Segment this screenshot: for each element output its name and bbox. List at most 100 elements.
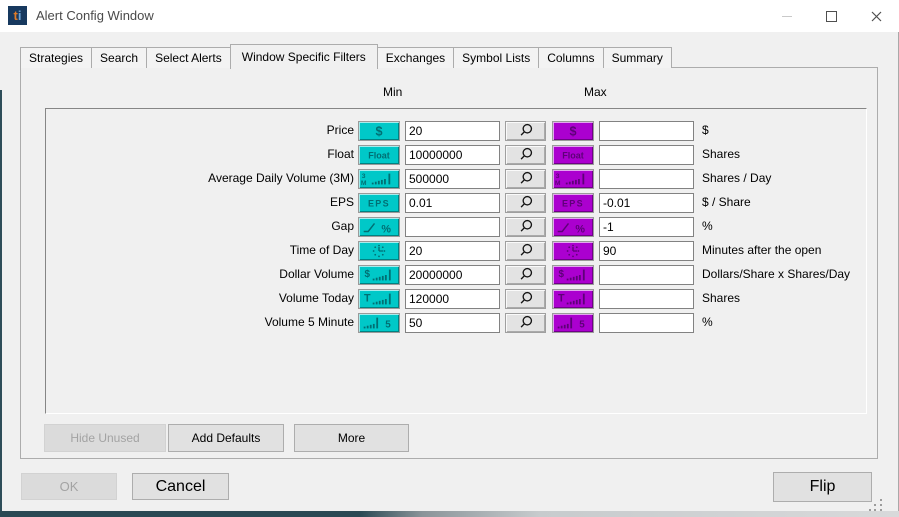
dollar-min-icon-button[interactable]: $ bbox=[358, 121, 400, 141]
min-value-input[interactable] bbox=[405, 217, 500, 237]
adv-3m-icon: 3M bbox=[555, 173, 585, 187]
filter-unit: % bbox=[702, 219, 713, 233]
min-value-input[interactable] bbox=[405, 313, 500, 333]
search-value-button[interactable] bbox=[505, 121, 546, 141]
volume-5min-max-icon-button[interactable]: 5 bbox=[552, 313, 594, 333]
window-title: Alert Config Window bbox=[36, 8, 154, 23]
ok-button[interactable]: OK bbox=[21, 473, 117, 500]
max-value-input[interactable] bbox=[599, 121, 694, 141]
max-value-input[interactable] bbox=[599, 241, 694, 261]
filter-unit: Shares bbox=[702, 147, 741, 161]
volume-5min-min-icon-button[interactable]: 5 bbox=[358, 313, 400, 333]
volume-5min-icon: 5 bbox=[557, 317, 585, 331]
tab-strategies[interactable]: Strategies bbox=[20, 47, 93, 68]
svg-text:T: T bbox=[558, 293, 565, 305]
search-value-button[interactable] bbox=[505, 289, 546, 309]
hide-unused-button[interactable]: Hide Unused bbox=[44, 424, 166, 452]
filter-row: Gap% %% bbox=[46, 215, 866, 239]
magnifier-icon bbox=[520, 243, 533, 256]
svg-text:%: % bbox=[575, 223, 585, 235]
eps-min-icon-button[interactable]: EPS bbox=[358, 193, 400, 213]
adv-3m-max-icon-button[interactable]: 3M bbox=[552, 169, 594, 189]
gap-percent-min-icon-button[interactable]: % bbox=[358, 217, 400, 237]
cancel-button[interactable]: Cancel bbox=[132, 473, 229, 500]
minimize-icon bbox=[781, 15, 792, 17]
tab-exchanges[interactable]: Exchanges bbox=[376, 47, 455, 68]
svg-text:%: % bbox=[381, 223, 391, 235]
tab-select-alerts[interactable]: Select Alerts bbox=[146, 47, 231, 68]
clock-max-icon-button[interactable] bbox=[552, 241, 594, 261]
volume-today-max-icon-button[interactable]: T bbox=[552, 289, 594, 309]
flip-button[interactable]: Flip bbox=[773, 472, 872, 502]
search-value-button[interactable] bbox=[505, 217, 546, 237]
max-value-input[interactable] bbox=[599, 289, 694, 309]
search-value-button[interactable] bbox=[505, 169, 546, 189]
search-value-button[interactable] bbox=[505, 241, 546, 261]
magnifier-icon bbox=[520, 171, 533, 184]
minimize-button[interactable] bbox=[764, 0, 809, 32]
svg-text:M: M bbox=[361, 180, 367, 187]
max-value-input[interactable] bbox=[599, 145, 694, 165]
svg-text:$: $ bbox=[569, 125, 576, 139]
dollar-icon: $ bbox=[569, 125, 576, 139]
search-value-button[interactable] bbox=[505, 313, 546, 333]
volume-today-min-icon-button[interactable]: T bbox=[358, 289, 400, 309]
search-value-button[interactable] bbox=[505, 145, 546, 165]
window-specific-filters-page: Min Max Price $ $ $ Float Float Float Shares A… bbox=[20, 67, 878, 459]
min-value-input[interactable] bbox=[405, 169, 500, 189]
adv-3m-icon: 3M bbox=[361, 173, 391, 187]
magnifier-icon bbox=[520, 147, 533, 160]
tab-columns[interactable]: Columns bbox=[538, 47, 604, 68]
min-value-input[interactable] bbox=[405, 193, 500, 213]
filter-label: Float bbox=[327, 147, 354, 161]
close-icon bbox=[871, 11, 882, 21]
min-value-input[interactable] bbox=[405, 289, 500, 309]
tab-window-specific-filters[interactable]: Window Specific Filters bbox=[229, 44, 378, 69]
filter-unit: $ / Share bbox=[702, 195, 751, 209]
adv-3m-min-icon-button[interactable]: 3M bbox=[358, 169, 400, 189]
resize-grip[interactable] bbox=[869, 499, 882, 512]
svg-text:EPS: EPS bbox=[562, 199, 584, 209]
tab-symbol-lists[interactable]: Symbol Lists bbox=[453, 47, 540, 68]
min-value-input[interactable] bbox=[405, 121, 500, 141]
search-value-button[interactable] bbox=[505, 265, 546, 285]
max-value-input[interactable] bbox=[599, 313, 694, 333]
svg-text:$: $ bbox=[365, 269, 371, 280]
max-value-input[interactable] bbox=[599, 265, 694, 285]
more-button[interactable]: More bbox=[294, 424, 409, 452]
min-value-input[interactable] bbox=[405, 265, 500, 285]
max-value-input[interactable] bbox=[599, 169, 694, 189]
min-value-input[interactable] bbox=[405, 241, 500, 261]
titlebar: ti Alert Config Window bbox=[0, 0, 899, 32]
float-max-icon-button[interactable]: Float bbox=[552, 145, 594, 165]
add-defaults-button[interactable]: Add Defaults bbox=[168, 424, 284, 452]
filter-row: Average Daily Volume (3M) 3M 3M Shares / D… bbox=[46, 167, 866, 191]
tab-search[interactable]: Search bbox=[91, 47, 148, 68]
clock-min-icon-button[interactable] bbox=[358, 241, 400, 261]
filter-row: Volume Today T T Shares bbox=[46, 287, 866, 311]
svg-text:$: $ bbox=[559, 269, 565, 280]
dollar-volume-icon: $ bbox=[365, 269, 391, 281]
max-value-input[interactable] bbox=[599, 217, 694, 237]
min-value-input[interactable] bbox=[405, 145, 500, 165]
gap-percent-icon: % bbox=[557, 222, 585, 235]
dollar-volume-min-icon-button[interactable]: $ bbox=[358, 265, 400, 285]
search-value-button[interactable] bbox=[505, 193, 546, 213]
magnifier-icon bbox=[520, 315, 533, 328]
dollar-volume-max-icon-button[interactable]: $ bbox=[552, 265, 594, 285]
gap-percent-max-icon-button[interactable]: % bbox=[552, 217, 594, 237]
magnifier-icon bbox=[520, 219, 533, 232]
tab-summary[interactable]: Summary bbox=[602, 47, 672, 68]
magnifier-icon bbox=[520, 267, 533, 280]
svg-text:5: 5 bbox=[579, 320, 585, 331]
max-value-input[interactable] bbox=[599, 193, 694, 213]
filter-row: EPS EPS EPS $ / Share bbox=[46, 191, 866, 215]
eps-max-icon-button[interactable]: EPS bbox=[552, 193, 594, 213]
close-button[interactable] bbox=[854, 0, 899, 32]
maximize-button[interactable] bbox=[809, 0, 854, 32]
filter-unit: Dollars/Share x Shares/Day bbox=[702, 267, 851, 281]
window-frame-left bbox=[0, 90, 2, 517]
dollar-max-icon-button[interactable]: $ bbox=[552, 121, 594, 141]
float-min-icon-button[interactable]: Float bbox=[358, 145, 400, 165]
filter-label: Volume Today bbox=[278, 291, 354, 305]
